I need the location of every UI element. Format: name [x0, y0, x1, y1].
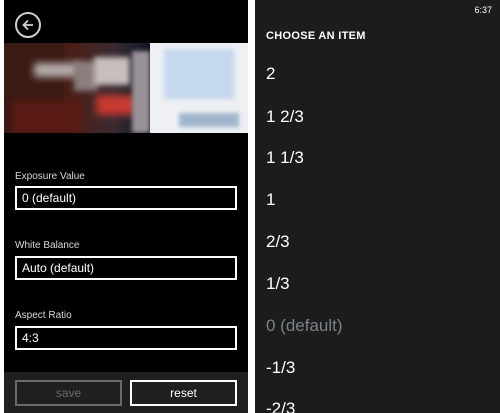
- option-minus-2-3[interactable]: -2/3: [266, 399, 295, 413]
- aspect-ratio-field[interactable]: 4:3: [15, 326, 237, 350]
- picker-title: CHOOSE AN ITEM: [266, 30, 366, 42]
- back-arrow-icon: [22, 19, 33, 31]
- option-0-default[interactable]: 0 (default): [266, 316, 343, 336]
- save-button[interactable]: save: [15, 380, 122, 406]
- white-balance-field[interactable]: Auto (default): [15, 256, 237, 280]
- white-balance-label: White Balance: [15, 240, 80, 251]
- aspect-ratio-label: Aspect Ratio: [15, 310, 72, 321]
- status-time: 6:37: [474, 5, 492, 15]
- option-2-3[interactable]: 2/3: [266, 232, 290, 252]
- reset-button[interactable]: reset: [130, 380, 237, 406]
- exposure-value-field[interactable]: 0 (default): [15, 186, 237, 210]
- option-1-3[interactable]: 1/3: [266, 274, 290, 294]
- item-picker-screen: 6:37 CHOOSE AN ITEM 2 1 2/3 1 1/3 1 2/3 …: [255, 0, 500, 413]
- option-minus-1-3[interactable]: -1/3: [266, 358, 295, 378]
- exposure-value-label: Exposure Value: [15, 171, 85, 182]
- option-1[interactable]: 1: [266, 190, 275, 210]
- back-button[interactable]: [15, 12, 41, 38]
- option-1-2-3[interactable]: 1 2/3: [266, 107, 304, 127]
- option-1-1-3[interactable]: 1 1/3: [266, 148, 304, 168]
- camera-settings-screen: Exposure Value 0 (default) White Balance…: [4, 0, 248, 413]
- camera-preview: [4, 43, 248, 133]
- app-bar: save reset: [4, 372, 248, 413]
- option-2[interactable]: 2: [266, 64, 275, 84]
